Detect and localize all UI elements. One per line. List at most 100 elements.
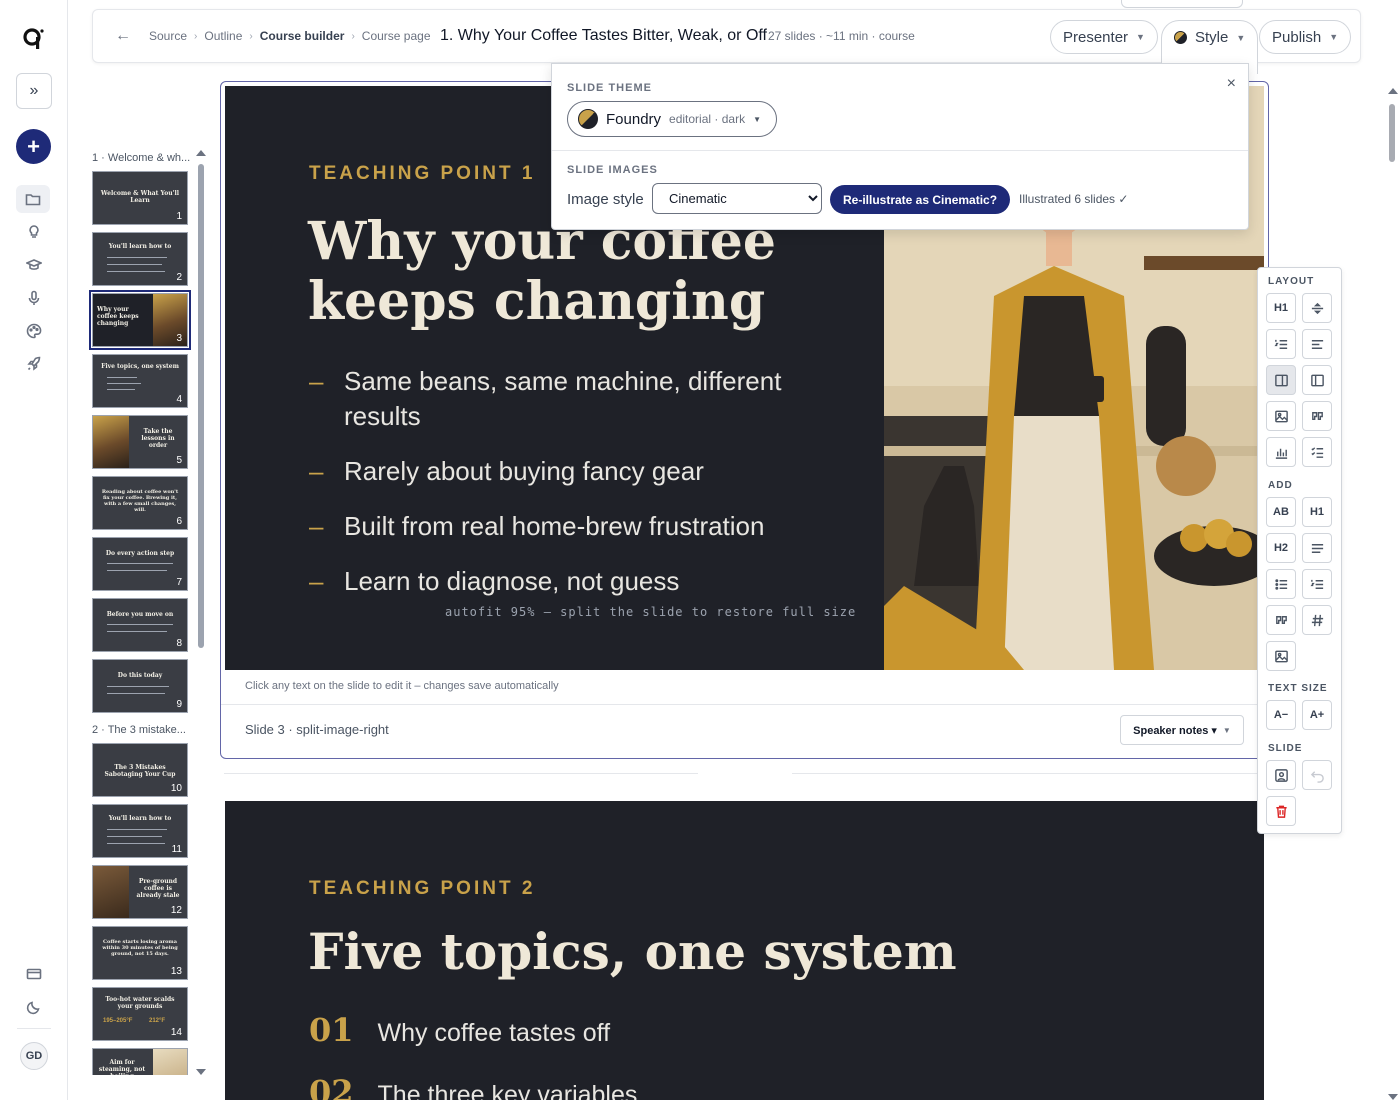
user-frame-icon	[1274, 768, 1288, 782]
trash-icon	[1275, 805, 1287, 818]
numbered-item[interactable]: 02 The three key variables	[309, 1073, 637, 1100]
delete-slide-button[interactable]	[1266, 796, 1296, 826]
theme-selector[interactable]: Foundry editorial · dark ▼	[567, 101, 777, 137]
close-popover-button[interactable]: ×	[1227, 75, 1236, 93]
slide-thumbnail[interactable]: Before you move on 8	[92, 598, 188, 652]
slide-thumbnail[interactable]: Coffee starts losing aroma within 30 min…	[92, 926, 188, 980]
nav-launch[interactable]	[24, 354, 44, 374]
layout-quote-button[interactable]	[1302, 401, 1332, 431]
layout-text-button[interactable]	[1302, 329, 1332, 359]
split-image-left-icon	[1310, 374, 1324, 386]
layout-section-button[interactable]	[1302, 293, 1332, 323]
expand-sidebar-button[interactable]: »	[16, 73, 52, 109]
breadcrumb-outline[interactable]: Outline	[204, 29, 242, 43]
decrease-text-size-button[interactable]: A−	[1266, 700, 1296, 730]
scroll-up-icon[interactable]	[1388, 88, 1398, 94]
thumbnail-title: You'll learn how to	[108, 243, 172, 250]
reillustrate-button[interactable]: Re-illustrate as Cinematic?	[830, 185, 1011, 214]
add-paragraph-button[interactable]	[1302, 533, 1332, 563]
page-scrollbar[interactable]	[1387, 88, 1398, 1100]
image-style-select[interactable]: Cinematic	[652, 183, 822, 214]
layout-split-left-button[interactable]	[1302, 365, 1332, 395]
add-bullets-button[interactable]	[1266, 569, 1296, 599]
thumbnail-image	[153, 1049, 187, 1075]
nav-courses[interactable]	[24, 255, 44, 275]
slide-kicker[interactable]: TEACHING POINT 2	[309, 878, 535, 900]
slide-headline[interactable]: Five topics, one system	[308, 922, 957, 981]
slide-kicker[interactable]: TEACHING POINT 1	[309, 163, 535, 185]
slide-thumbnail[interactable]: Pre-ground coffee is already stale 12	[92, 865, 188, 919]
nav-files[interactable]	[16, 185, 50, 213]
slide-thumbnail[interactable]: Welcome & What You'll Learn 1	[92, 171, 188, 225]
slide-thumbnail[interactable]: You'll learn how to 2	[92, 232, 188, 286]
scroll-up-icon[interactable]	[196, 150, 206, 156]
breadcrumb-course-page[interactable]: Course page	[362, 29, 431, 43]
thumbnail-number: 7	[176, 577, 182, 588]
slide-thumbnail[interactable]: Aim for steaming, not boiling	[92, 1048, 188, 1075]
align-left-icon	[1311, 339, 1323, 349]
slide-bullet[interactable]: Rarely about buying fancy gear	[309, 454, 809, 489]
numbered-item[interactable]: 01 Why coffee tastes off	[309, 1011, 610, 1049]
layout-split-right-button[interactable]	[1266, 365, 1296, 395]
insert-divider[interactable]	[224, 773, 698, 774]
layout-numbered-button[interactable]	[1266, 329, 1296, 359]
thumbnail-number: 4	[176, 394, 182, 405]
add-stat-button[interactable]	[1302, 605, 1332, 635]
slide-canvas-next[interactable]: TEACHING POINT 2 Five topics, one system…	[225, 801, 1264, 1100]
nav-billing[interactable]	[24, 964, 44, 984]
slide-thumbnail[interactable]: Too-hot water scalds your grounds 195–20…	[92, 987, 188, 1041]
page-title[interactable]: 1. Why Your Coffee Tastes Bitter, Weak, …	[440, 27, 767, 45]
thumbnail-number: 11	[171, 844, 182, 855]
theme-toggle[interactable]	[24, 997, 44, 1017]
scrollbar-thumb[interactable]	[198, 164, 204, 648]
add-numbered-button[interactable]	[1302, 569, 1332, 599]
insert-divider[interactable]	[792, 773, 1262, 774]
layout-checklist-button[interactable]	[1302, 437, 1332, 467]
add-image-button[interactable]	[1266, 641, 1296, 671]
slide-portrait-button[interactable]	[1266, 760, 1296, 790]
slide-thumbnail[interactable]: Do every action step 7	[92, 537, 188, 591]
scrollbar-thumb[interactable]	[1389, 104, 1395, 162]
slide-bullet[interactable]: Same beans, same machine, different resu…	[309, 364, 809, 434]
nav-themes[interactable]	[24, 321, 44, 341]
rail-divider	[17, 1028, 51, 1029]
images-heading: SLIDE IMAGES	[567, 164, 658, 176]
slide-thumbnail-selected[interactable]: Why your coffee keeps changing 3	[89, 290, 191, 350]
slide-thumbnail[interactable]: Do this today 9	[92, 659, 188, 713]
section-label[interactable]: 2 · The 3 mistake...	[92, 724, 186, 736]
nav-ideas[interactable]	[24, 222, 44, 242]
slide-bullet[interactable]: Built from real home-brew frustration	[309, 509, 809, 544]
add-text-button[interactable]: AB	[1266, 497, 1296, 527]
thumbnail-image	[93, 866, 129, 918]
undo-button[interactable]	[1302, 760, 1332, 790]
avatar[interactable]: GD	[20, 1042, 48, 1070]
speaker-notes-button[interactable]: Speaker notes ▾ ▼	[1120, 715, 1244, 745]
slide-thumbnail[interactable]: Five topics, one system 4	[92, 354, 188, 408]
presenter-button[interactable]: Presenter ▼	[1050, 20, 1158, 54]
publish-button[interactable]: Publish ▼	[1259, 20, 1352, 54]
thumbnail-title: Welcome & What You'll Learn	[100, 190, 180, 205]
layout-image-button[interactable]	[1266, 401, 1296, 431]
add-heading-1-button[interactable]: H1	[1302, 497, 1332, 527]
back-button[interactable]: ←	[115, 27, 131, 45]
bullet-list-icon	[1274, 578, 1287, 590]
breadcrumb: Source › Outline › Course builder › Cour…	[149, 29, 431, 43]
layout-chart-button[interactable]	[1266, 437, 1296, 467]
scroll-down-icon[interactable]	[196, 1069, 206, 1075]
section-label[interactable]: 1 · Welcome & wh...	[92, 152, 190, 164]
increase-text-size-button[interactable]: A+	[1302, 700, 1332, 730]
slide-thumbnail[interactable]: Reading about coffee won't fix your coff…	[92, 476, 188, 530]
slide-thumbnail[interactable]: Take the lessons in order 5	[92, 415, 188, 469]
layout-title-button[interactable]: H1	[1266, 293, 1296, 323]
slide-thumbnail[interactable]: The 3 Mistakes Sabotaging Your Cup 10	[92, 743, 188, 797]
slide-thumbnail[interactable]: You'll learn how to 11	[92, 804, 188, 858]
breadcrumb-source[interactable]: Source	[149, 29, 187, 43]
slide-bullet[interactable]: Learn to diagnose, not guess	[309, 564, 809, 599]
thumbnail-scrollbar[interactable]	[196, 150, 206, 1075]
breadcrumb-course-builder[interactable]: Course builder	[260, 29, 345, 43]
add-quote-button[interactable]	[1266, 605, 1296, 635]
add-heading-2-button[interactable]: H2	[1266, 533, 1296, 563]
add-button[interactable]: +	[16, 129, 51, 164]
scroll-down-icon[interactable]	[1388, 1094, 1398, 1100]
nav-audio[interactable]	[24, 288, 44, 308]
